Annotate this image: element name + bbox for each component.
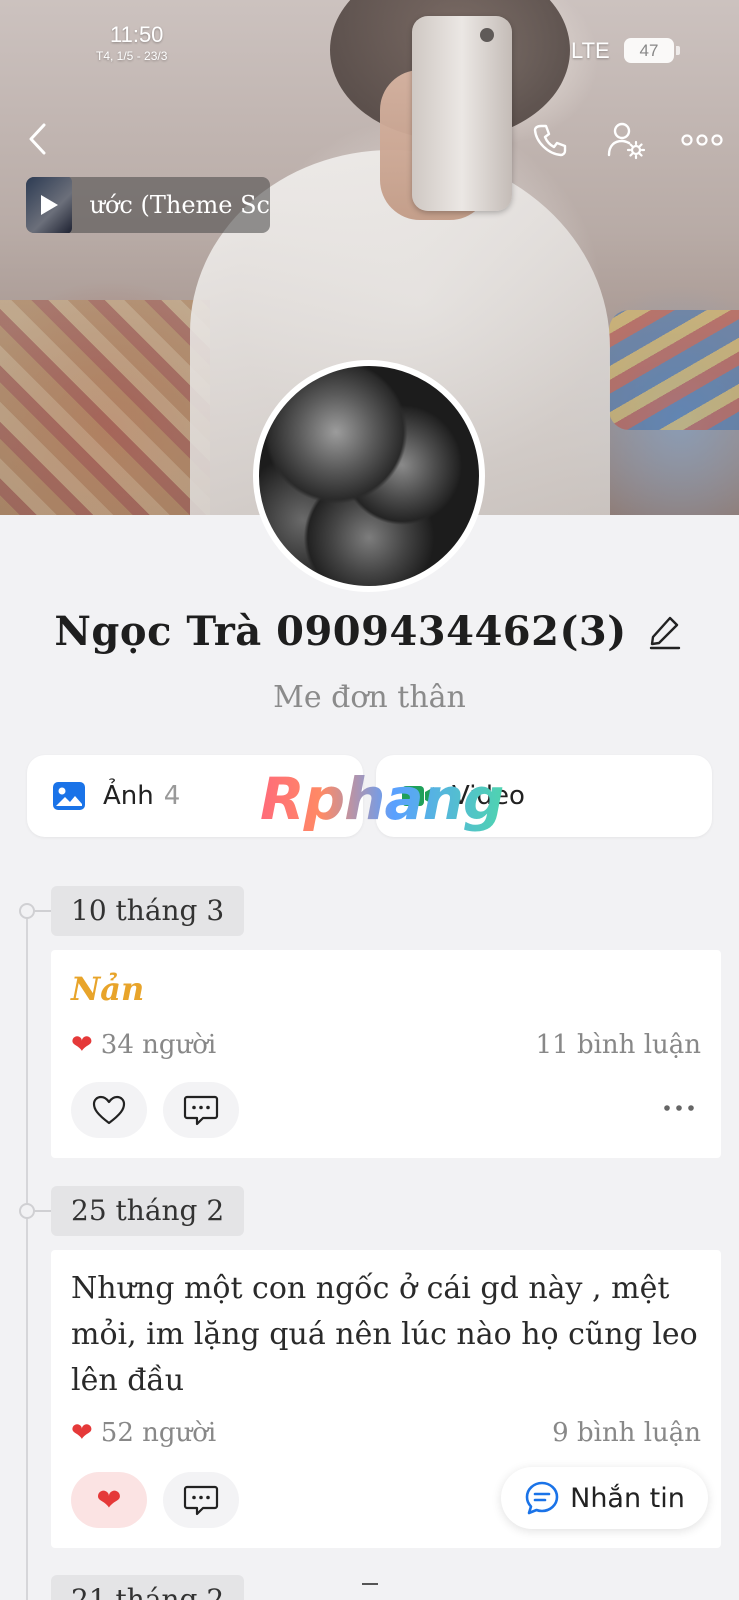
post-comments-count[interactable]: 11 bình luận (536, 1030, 701, 1060)
watermark-logo: Rphang (260, 765, 504, 833)
post-text: Nhưng một con ngốc ở cái gd này , mệt mỏ… (71, 1271, 698, 1398)
user-settings-icon (607, 122, 646, 160)
profile-settings-button[interactable] (602, 116, 650, 164)
post-date: 25 tháng 2 (51, 1186, 245, 1236)
avatar[interactable] (253, 360, 485, 592)
send-message-label: Nhắn tin (570, 1482, 685, 1514)
post-status-text: Nản (71, 970, 145, 1008)
timeline-line (26, 905, 28, 1600)
music-thumbnail (26, 177, 72, 233)
send-message-button[interactable]: Nhắn tin (501, 1467, 708, 1529)
post-likes[interactable]: ❤ 34 người (71, 1030, 216, 1060)
like-button[interactable] (71, 1082, 147, 1138)
edit-icon (649, 616, 680, 649)
photos-count: 4 (163, 781, 181, 811)
comment-icon (183, 1095, 219, 1126)
more-icon (681, 134, 723, 146)
back-button[interactable] (14, 115, 62, 163)
timeline-post[interactable]: Nản ❤ 34 người 11 bình luận (51, 950, 721, 1158)
timeline-dot (19, 903, 55, 919)
battery-indicator: 47 (624, 38, 680, 63)
heart-icon: ❤ (71, 1418, 93, 1448)
timeline-dot (19, 1203, 55, 1219)
photos-label: Ảnh (103, 781, 154, 811)
comment-icon (183, 1485, 219, 1516)
more-horizontal-icon (664, 1105, 694, 1111)
like-button[interactable]: ❤ (71, 1472, 147, 1528)
status-date: T4, 1/5 - 23/3 (96, 49, 168, 63)
profile-music-player[interactable]: ước (Theme Sc (26, 177, 270, 233)
image-icon (53, 782, 85, 810)
chat-icon (525, 1481, 559, 1515)
status-time: 11:50 (110, 22, 164, 47)
status-network: LTE (571, 38, 610, 63)
music-title: ước (Theme Sc (89, 191, 270, 219)
cover-phone (412, 16, 512, 211)
scroll-indicator (362, 1583, 378, 1585)
heart-icon: ❤ (71, 1030, 93, 1060)
post-more-button[interactable] (661, 1098, 697, 1118)
edit-name-button[interactable] (645, 612, 685, 652)
profile-name-row: Ngọc Trà 0909434462(3) (0, 608, 739, 655)
post-date: 10 tháng 3 (51, 886, 245, 936)
comment-button[interactable] (163, 1472, 239, 1528)
heart-filled-icon: ❤ (96, 1482, 122, 1518)
more-options-button[interactable] (678, 116, 726, 164)
phone-icon (533, 124, 567, 157)
cover-pillow (609, 310, 739, 430)
call-button[interactable] (526, 116, 574, 164)
back-icon (29, 123, 46, 155)
cover-blanket (0, 300, 210, 515)
post-comments-count[interactable]: 9 bình luận (552, 1418, 701, 1448)
profile-bio: Me đơn thân (273, 680, 466, 715)
post-likes-count: 52 người (100, 1418, 217, 1448)
comment-button[interactable] (163, 1082, 239, 1138)
post-likes-count: 34 người (100, 1030, 217, 1060)
heart-outline-icon (92, 1095, 126, 1125)
post-likes[interactable]: ❤ 52 người (71, 1418, 216, 1448)
play-icon (40, 195, 58, 215)
profile-name: Ngọc Trà 0909434462(3) (54, 608, 627, 655)
post-date: 21 tháng 2 (51, 1575, 245, 1600)
